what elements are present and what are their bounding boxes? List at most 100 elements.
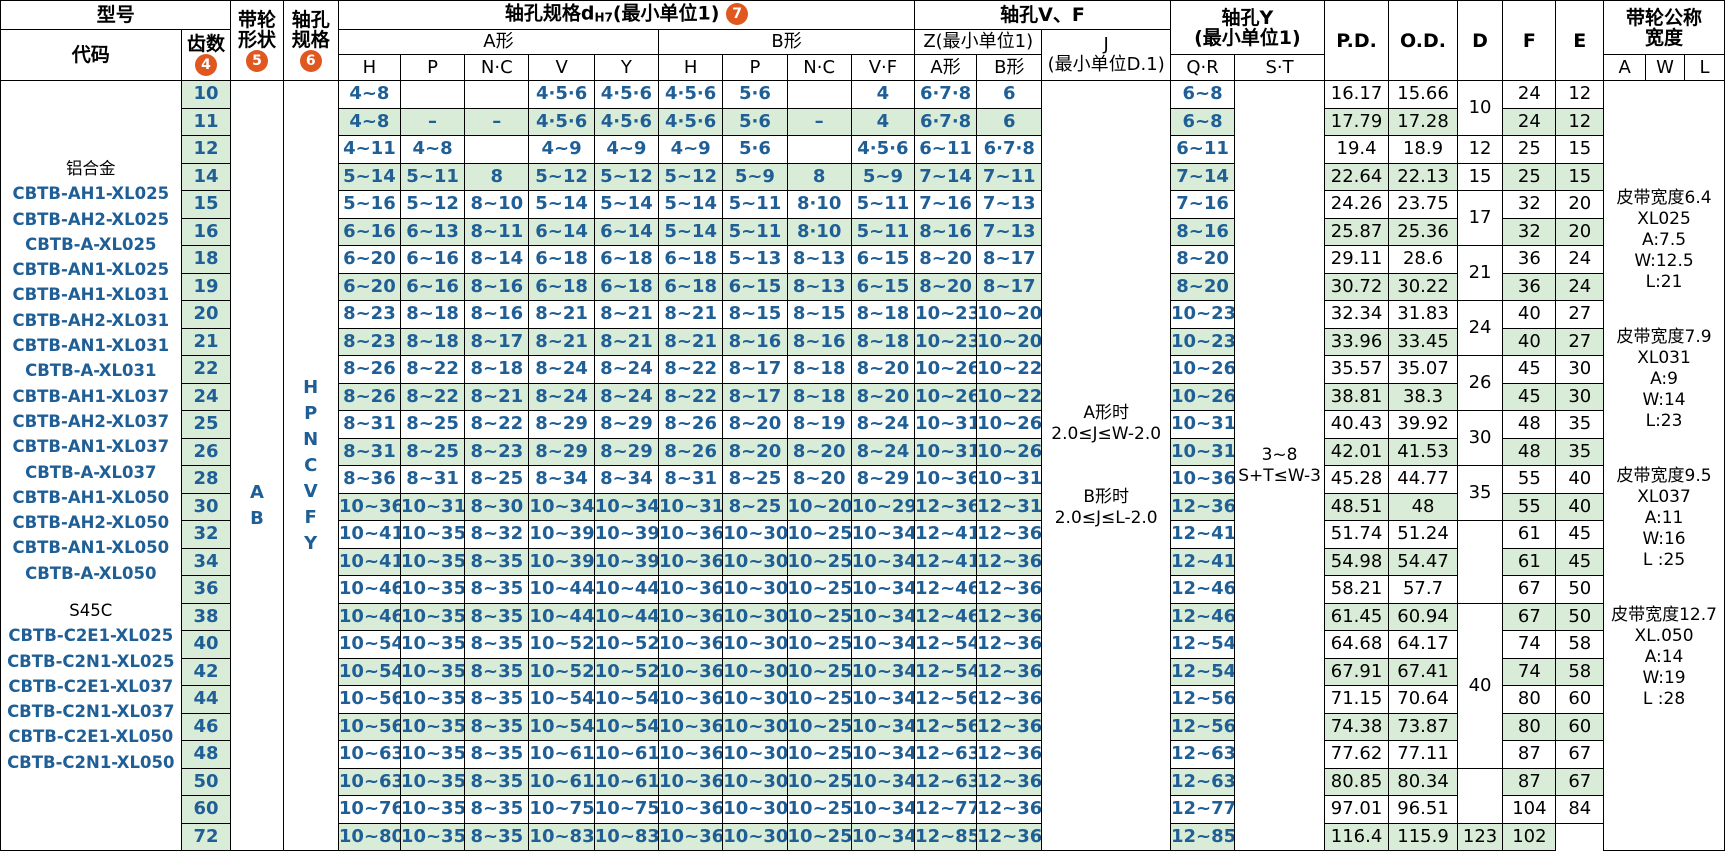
value-e: 60 [1555,712,1605,741]
bore-y-qr: 10~31 [1169,437,1236,466]
value-od: 60.94 [1388,602,1458,631]
bore-zB: 7~13 [976,190,1043,219]
bore-type: P [304,402,318,424]
value-od: 33.45 [1388,327,1458,356]
bore-type: V [303,480,318,502]
bore-zA: 12~85 [914,822,978,851]
bore-aH: 10~41 [337,547,401,576]
product-code: CBTB-AH1-XL037 [12,386,170,406]
bore-type: N [303,428,319,450]
bore-aNC: 8~35 [464,547,530,576]
value-f: 48 [1502,410,1557,439]
bore-bVF: 10~34 [850,685,916,714]
product-code: CBTB-AN1-XL037 [12,437,170,457]
bore-bNC: 10~25 [786,520,852,549]
bore-aH: 8~31 [337,410,401,439]
value-f: 104 [1502,795,1557,824]
value-f: 80 [1502,685,1557,714]
value-pd: 32.34 [1323,300,1390,329]
bore-zA: 12~41 [914,520,978,549]
table-row: 铝合金 CBTB-AH1-XL025 CBTB-AH2-XL025 CBTB-A-XL… [0,80,1725,851]
belt-line: W:12.5 [1634,250,1694,271]
teeth-count: 16 [180,217,232,246]
bore-bVF: 10~34 [850,575,916,604]
value-pd: 67.91 [1323,657,1390,686]
header-teeth: 齿数 4 [180,29,232,81]
bore-aY: 10~52 [593,657,660,686]
bore-bH: 8~22 [658,382,724,411]
bore-bH: 10~36 [658,712,724,741]
header-bore-spec-line1: 轴孔 [291,8,330,31]
bore-aNC: 8~16 [464,300,530,329]
bore-aV: 8~34 [528,465,595,494]
bore-aV: 6~18 [528,272,595,301]
belt-line: 皮带宽度12.7 [1611,604,1717,625]
bore-aP: 10~35 [399,630,466,659]
bore-bP: 5~11 [722,190,788,219]
bore-y-qr: 12~36 [1169,492,1236,521]
header-j-min: (最小单位D.1) [1047,54,1165,75]
value-f: 32 [1502,217,1557,246]
bore-bH: 10~36 [658,630,724,659]
value-e: 58 [1555,657,1605,686]
bore-type: H [303,376,319,398]
value-d: 30 [1456,410,1504,466]
j-note-b-title: B形时 [1083,486,1130,507]
value-od: 64.17 [1388,630,1458,659]
bore-aP: 10~35 [399,575,466,604]
value-e: 102 [1502,822,1557,851]
bore-aV: 10~39 [528,520,595,549]
bore-aY: 10~61 [593,740,660,769]
teeth-count: 38 [180,602,232,631]
material-aluminum: 铝合金 [66,158,116,178]
bore-zB: 8~17 [976,272,1043,301]
belt-line: A:7.5 [1641,229,1687,250]
value-f: 55 [1502,465,1557,494]
bore-aP: 8~18 [399,300,466,329]
bore-aV: 10~34 [528,492,595,521]
bore-aY: 10~39 [593,547,660,576]
header-pd: P.D. [1323,0,1390,81]
bore-bNC: 8~20 [786,465,852,494]
value-od: 39.92 [1388,410,1458,439]
bore-bH: 5~14 [658,217,724,246]
bore-aP: 8~25 [399,437,466,466]
product-code: CBTB-A-XL031 [25,361,157,381]
value-f: 36 [1502,272,1557,301]
st-note-condition: S+T≤W-3 [1238,465,1321,486]
bore-aH: 6~20 [337,272,401,301]
header-belt-width-line2: 宽度 [1645,26,1684,49]
bore-zB: 10~20 [976,300,1043,329]
bore-zA: 7~14 [914,162,978,191]
bore-bNC: 8 [786,162,852,191]
header-bore-dh7-prefix: 轴孔规格d [504,2,595,25]
bore-aV: 6~18 [528,245,595,274]
bore-bVF: 10~34 [850,630,916,659]
bore-bH: 4·5·6 [658,80,724,109]
header-bore-spec-line2: 规格 [291,28,330,51]
badge-5: 5 [245,49,268,72]
bore-aY: 8~24 [593,355,660,384]
bore-bP: 8~20 [722,437,788,466]
header-bore-vf: 轴孔V、F [914,0,1171,30]
bore-bNC: 10~25 [786,602,852,631]
bore-bP: 10~30 [722,740,788,769]
bore-bNC: 10~25 [786,740,852,769]
bore-aY: 10~83 [593,822,660,851]
bore-bVF: 10~34 [850,795,916,824]
teeth-count: 34 [180,547,232,576]
bore-aNC: 8~35 [464,685,530,714]
teeth-count: 40 [180,630,232,659]
st-note-cell: 3~8 S+T≤W-3 [1234,80,1325,851]
bore-zB: 7~13 [976,217,1043,246]
belt-line: 皮带宽度9.5 [1616,465,1712,486]
teeth-count: 60 [180,795,232,824]
value-od: 51.24 [1388,520,1458,549]
bore-bNC: 10~25 [786,795,852,824]
value-pd: 54.98 [1323,547,1390,576]
bore-aH: 5~14 [337,162,401,191]
bore-bH: 6~18 [658,272,724,301]
value-pd: 45.28 [1323,465,1390,494]
badge-7: 7 [726,2,749,25]
belt-line: 皮带宽度6.4 [1616,187,1712,208]
